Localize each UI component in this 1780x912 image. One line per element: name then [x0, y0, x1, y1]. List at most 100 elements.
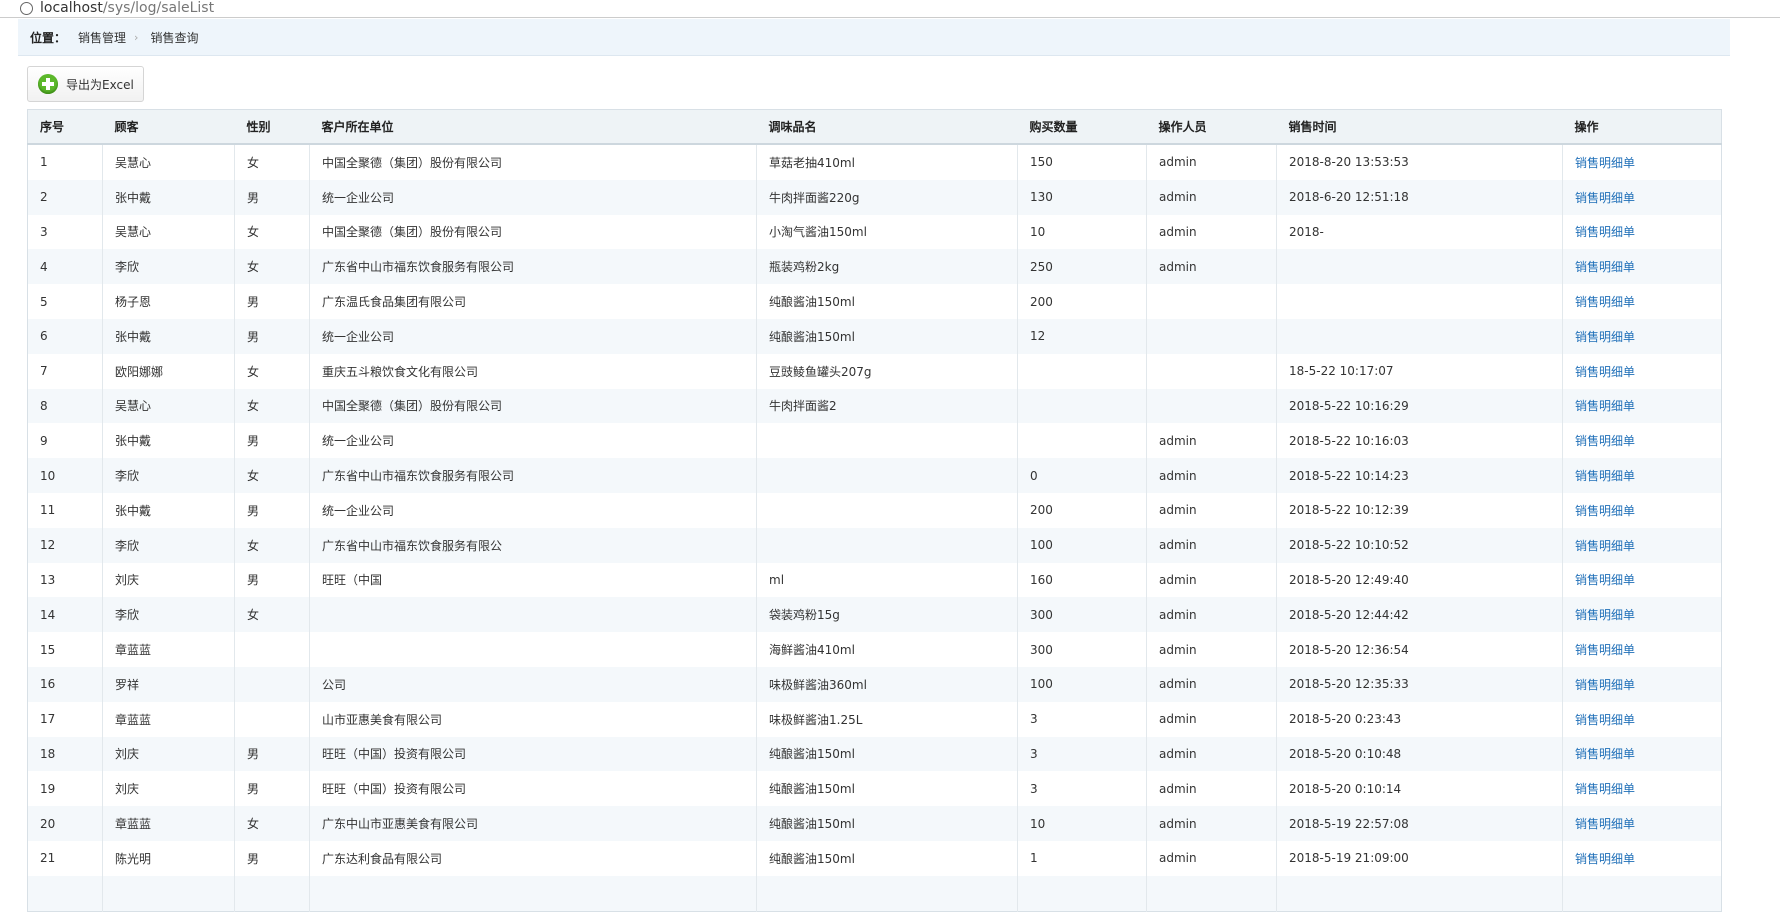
cell-operator: admin: [1146, 701, 1277, 737]
sales-detail-link[interactable]: 销售明细单: [1575, 399, 1635, 413]
cell-gender: 女: [234, 214, 310, 250]
cell-operator: admin: [1146, 840, 1277, 876]
cell-gender: 女: [234, 144, 310, 180]
sales-detail-link[interactable]: 销售明细单: [1575, 747, 1635, 761]
cell-gender: [234, 666, 310, 702]
cell-sale-time: 2018-6-20 12:51:18: [1276, 179, 1563, 215]
sales-detail-link[interactable]: 销售明细单: [1575, 365, 1635, 379]
cell-action: [1562, 875, 1722, 912]
cell-sale-time: 2018-5-22 10:14:23: [1276, 458, 1563, 493]
sales-detail-link[interactable]: 销售明细单: [1575, 260, 1635, 274]
address-bar[interactable]: localhost/sys/log/saleList: [0, 0, 1780, 18]
cell-company: 公司: [309, 666, 757, 702]
cell-action: 销售明细单: [1562, 388, 1722, 424]
cell-quantity: 300: [1017, 597, 1147, 633]
cell-action: 销售明细单: [1562, 458, 1722, 493]
cell-company: [309, 875, 757, 912]
export-excel-button[interactable]: 导出为Excel: [27, 66, 144, 102]
cell-quantity: 250: [1017, 249, 1147, 285]
sales-detail-link[interactable]: 销售明细单: [1575, 782, 1635, 796]
cell-sale-time: 2018-5-22 10:16:29: [1276, 388, 1563, 424]
cell-company: [309, 632, 757, 667]
cell-quantity: [1017, 423, 1147, 459]
table-row: 3 吴慧心女中国全聚德（集团）股份有限公司 小淘气酱油150ml 10 admin 201…: [28, 214, 1722, 250]
table-row: 2 张中戴男统一企业公司 牛肉拌面酱220g 130 admin 2018-6-20 12…: [27, 179, 1722, 215]
cell-product: 纯酿酱油150ml: [756, 284, 1018, 319]
export-excel-label: 导出为Excel: [66, 77, 134, 92]
cell-operator: admin: [1146, 458, 1277, 493]
sales-detail-link[interactable]: 销售明细单: [1575, 295, 1635, 309]
cell-action: 销售明细单: [1562, 666, 1722, 702]
cell-index: 21: [40, 851, 56, 866]
cell-quantity: 10: [1017, 214, 1147, 250]
cell-operator: admin: [1146, 423, 1277, 459]
cell-operator: admin: [1146, 632, 1277, 667]
cell-customer: 杨子恩: [102, 284, 235, 319]
sales-detail-link[interactable]: 销售明细单: [1575, 156, 1635, 170]
cell-sale-time: 2018-5-20 0:10:14: [1276, 771, 1563, 807]
cell-customer: 刘庆: [102, 562, 235, 598]
cell-product: [756, 458, 1018, 493]
cell-sale-time: 2018-5-20 12:49:40: [1276, 562, 1563, 598]
sales-detail-link[interactable]: 销售明细单: [1575, 434, 1635, 448]
table-row: 8 吴慧心女中国全聚德（集团）股份有限公司 牛肉拌面酱2 2018-5-22 10:1…: [27, 388, 1722, 424]
column-header-operator: 操作人员: [1146, 109, 1277, 145]
cell-quantity: 100: [1017, 527, 1147, 563]
cell-gender: 女: [234, 458, 310, 493]
cell-product: [756, 527, 1018, 563]
cell-quantity: [1017, 353, 1147, 389]
sales-detail-link[interactable]: 销售明细单: [1575, 225, 1635, 239]
cell-product: [756, 492, 1018, 528]
cell-company: 统一企业公司: [309, 318, 757, 354]
cell-action: 销售明细单: [1562, 214, 1722, 250]
cell-sale-time: 2018-5-22 10:10:52: [1276, 527, 1563, 563]
sales-detail-link[interactable]: 销售明细单: [1575, 573, 1635, 587]
cell-gender: [234, 701, 310, 737]
cell-company: 统一企业公司: [309, 492, 757, 528]
cell-operator: admin: [1146, 562, 1277, 598]
sales-detail-link[interactable]: 销售明细单: [1575, 608, 1635, 622]
info-icon[interactable]: [20, 2, 33, 15]
sales-detail-link[interactable]: 销售明细单: [1575, 678, 1635, 692]
breadcrumb-item-sales-query[interactable]: 销售查询: [150, 29, 198, 46]
sales-detail-link[interactable]: 销售明细单: [1575, 469, 1635, 483]
cell-product: 纯酿酱油150ml: [756, 840, 1018, 876]
breadcrumb: 位置： 销售管理 › 销售查询: [18, 19, 1730, 56]
sales-detail-link[interactable]: 销售明细单: [1575, 643, 1635, 657]
cell-product: 纯酿酱油150ml: [756, 806, 1018, 841]
column-header-index: 序号: [27, 109, 103, 145]
cell-company: 重庆五斗粮饮食文化有限公司: [309, 353, 757, 389]
cell-action: 销售明细单: [1562, 527, 1722, 563]
sales-detail-link[interactable]: 销售明细单: [1575, 539, 1635, 553]
cell-company: 统一企业公司: [309, 179, 757, 215]
sales-detail-link[interactable]: 销售明细单: [1575, 504, 1635, 518]
cell-customer: 张中戴: [102, 423, 235, 459]
cell-product: 纯酿酱油150ml: [756, 318, 1018, 354]
cell-operator: [1146, 284, 1277, 319]
cell-index: 9: [40, 433, 48, 448]
sales-detail-link[interactable]: 销售明细单: [1575, 713, 1635, 727]
cell-quantity: 200: [1017, 284, 1147, 319]
cell-index: 6: [27, 318, 103, 354]
cell-customer: 欧阳娜娜: [102, 353, 235, 389]
cell-operator: [1146, 353, 1277, 389]
cell-company: 广东省中山市福东饮食服务有限公司: [309, 458, 757, 493]
cell-index: 5: [40, 294, 48, 309]
table-row: 18 刘庆男旺旺（中国）投资有限公司 纯酿酱油150ml 3 admin 2018-5-2…: [27, 736, 1722, 772]
cell-gender: 男: [234, 736, 310, 772]
sales-detail-link[interactable]: 销售明细单: [1575, 817, 1635, 831]
table-row: 1 吴慧心女中国全聚德（集团）股份有限公司 草菇老抽410ml 150 admin 201…: [28, 144, 1722, 180]
cell-action: 销售明细单: [1562, 353, 1722, 389]
cell-operator: admin: [1146, 249, 1277, 285]
cell-quantity: 160: [1017, 562, 1147, 598]
cell-product: 豆豉鲮鱼罐头207g: [756, 353, 1018, 389]
cell-quantity: [1017, 388, 1147, 424]
sales-detail-link[interactable]: 销售明细单: [1575, 330, 1635, 344]
cell-customer: 李欣: [102, 597, 235, 633]
breadcrumb-item-sales-management[interactable]: 销售管理: [78, 29, 126, 46]
sales-detail-link[interactable]: 销售明细单: [1575, 852, 1635, 866]
sales-detail-link[interactable]: 销售明细单: [1575, 191, 1635, 205]
cell-operator: admin: [1146, 214, 1277, 250]
cell-product: 味极鲜酱油1.25L: [756, 701, 1018, 737]
cell-action: 销售明细单: [1562, 284, 1722, 319]
